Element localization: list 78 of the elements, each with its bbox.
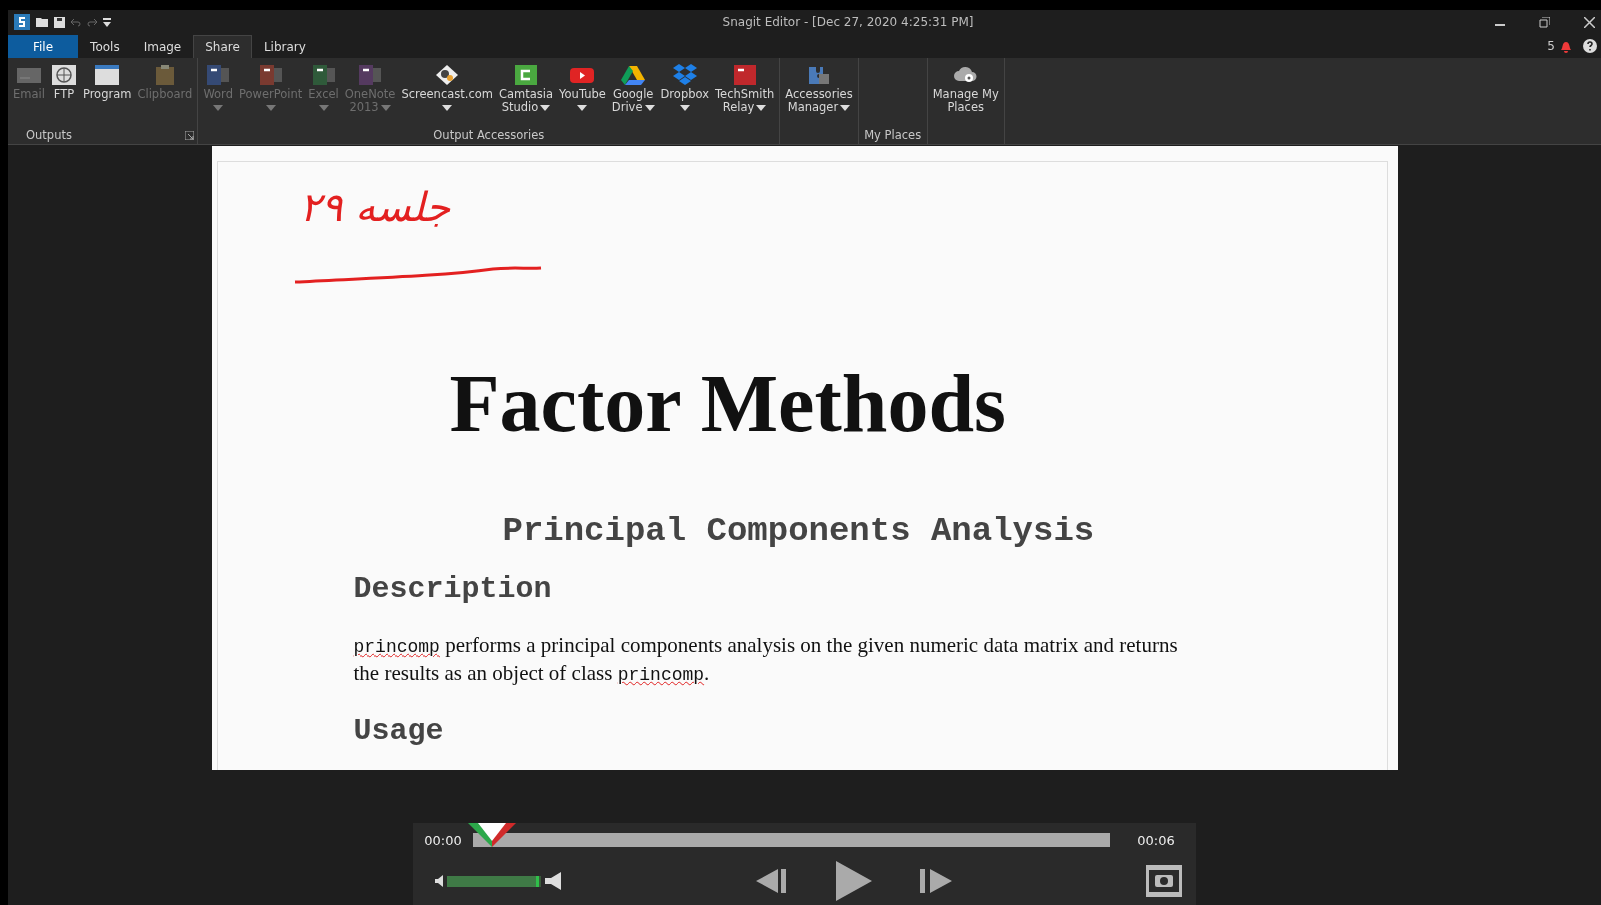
ribbon-button[interactable]: YouTube [557,62,608,126]
section-heading: Description [353,572,553,606]
button-label: TechSmith Relay [715,88,775,114]
timeline-track[interactable] [473,833,1110,847]
group-label: My Places [864,127,922,144]
box-logo-icon [671,63,698,87]
triangle-logo-icon [620,64,647,86]
button-label: Email [13,88,45,103]
letter-tile-icon [310,64,337,86]
ribbon-button[interactable]: Dropbox [658,62,711,126]
redo-icon[interactable] [87,17,97,27]
section-heading: Usage [353,714,445,748]
globe-icon [50,64,77,86]
letter-tile-icon [205,64,232,86]
help-icon[interactable] [1583,39,1597,53]
ribbon-button[interactable]: Screencast.com [399,62,495,126]
restore-icon[interactable] [1539,16,1550,28]
folder-icon[interactable] [36,17,48,27]
play-button[interactable] [835,861,872,901]
play-logo-icon [569,65,596,85]
volume-slider[interactable] [447,875,541,887]
window-icon [94,64,121,86]
playhead[interactable] [468,823,517,847]
camera-icon[interactable] [1146,865,1182,897]
notification-count: 5 [1547,39,1555,53]
save-icon[interactable] [54,16,65,28]
ribbon-button[interactable]: TechSmith Relay [713,62,777,126]
ribbon-tab[interactable]: Library [251,35,318,58]
ribbon-tab[interactable]: Tools [78,35,132,58]
envelope-icon [15,65,42,85]
dialog-launcher-icon[interactable] [185,130,195,140]
ribbon-button[interactable]: Google Drive [609,62,657,126]
button-label: Accessories Manager [785,88,853,114]
customize-icon[interactable] [103,17,111,27]
current-time: 00:00 [423,832,463,848]
letter-tile-icon [513,64,540,86]
handwritten-note: جلسه ۲۹ [299,184,451,230]
ribbon-button[interactable]: FTP [48,62,79,126]
button-label: Google Drive [611,88,655,114]
button-label: Manage My Places [932,88,999,114]
ribbon-button[interactable]: Program [80,62,134,126]
cloud-gear-icon [952,65,979,85]
ribbon-button[interactable]: Manage My Places [930,62,1001,126]
total-time: 00:06 [1136,832,1176,848]
paragraph: princomp performs a principal components analysis on the given numeric data matrix and returns the results as an object of class princomp. [353,632,1179,687]
button-label: OneNote 2013 [344,88,396,114]
button-label: FTP [53,88,75,103]
window-title: Snagit Editor - [Dec 27, 2020 4:25:31 PM] [721,15,975,29]
button-label: Program [82,88,132,103]
ribbon-button[interactable]: Accessories Manager [783,62,855,126]
ribbon-button[interactable]: Camtasia Studio [497,62,556,126]
bell-icon[interactable] [1559,39,1573,53]
step-forward-button[interactable] [919,869,952,893]
ribbon-tab[interactable]: File [8,35,79,58]
button-label: Camtasia Studio [499,88,554,114]
ribbon-tab[interactable]: Share [193,35,252,58]
volume-high-icon[interactable] [545,872,561,890]
letter-tile-icon [731,64,758,86]
letter-tile-icon [257,64,284,86]
letter-tile-icon [357,64,384,86]
volume-low-icon[interactable] [435,875,443,887]
button-label: Clipboard [137,88,193,103]
button-label: Word [203,88,233,114]
button-label: Screencast.com [401,88,493,114]
undo-icon[interactable] [71,17,81,27]
button-label: PowerPoint [238,88,303,114]
step-back-button[interactable] [755,869,788,893]
document-title: Factor Methods [449,357,1006,451]
clipboard-icon [153,64,176,86]
document-subtitle: Principal Components Analysis [502,512,1095,550]
button-label: Excel [308,88,339,114]
close-icon[interactable] [1584,16,1595,28]
button-label: Dropbox [660,88,709,114]
group-label: Outputs [26,127,72,144]
button-label: YouTube [559,88,606,114]
ribbon-tab[interactable]: Image [131,35,194,58]
group-label: Output Accessories [433,127,545,144]
app-logo-icon[interactable] [14,14,30,30]
